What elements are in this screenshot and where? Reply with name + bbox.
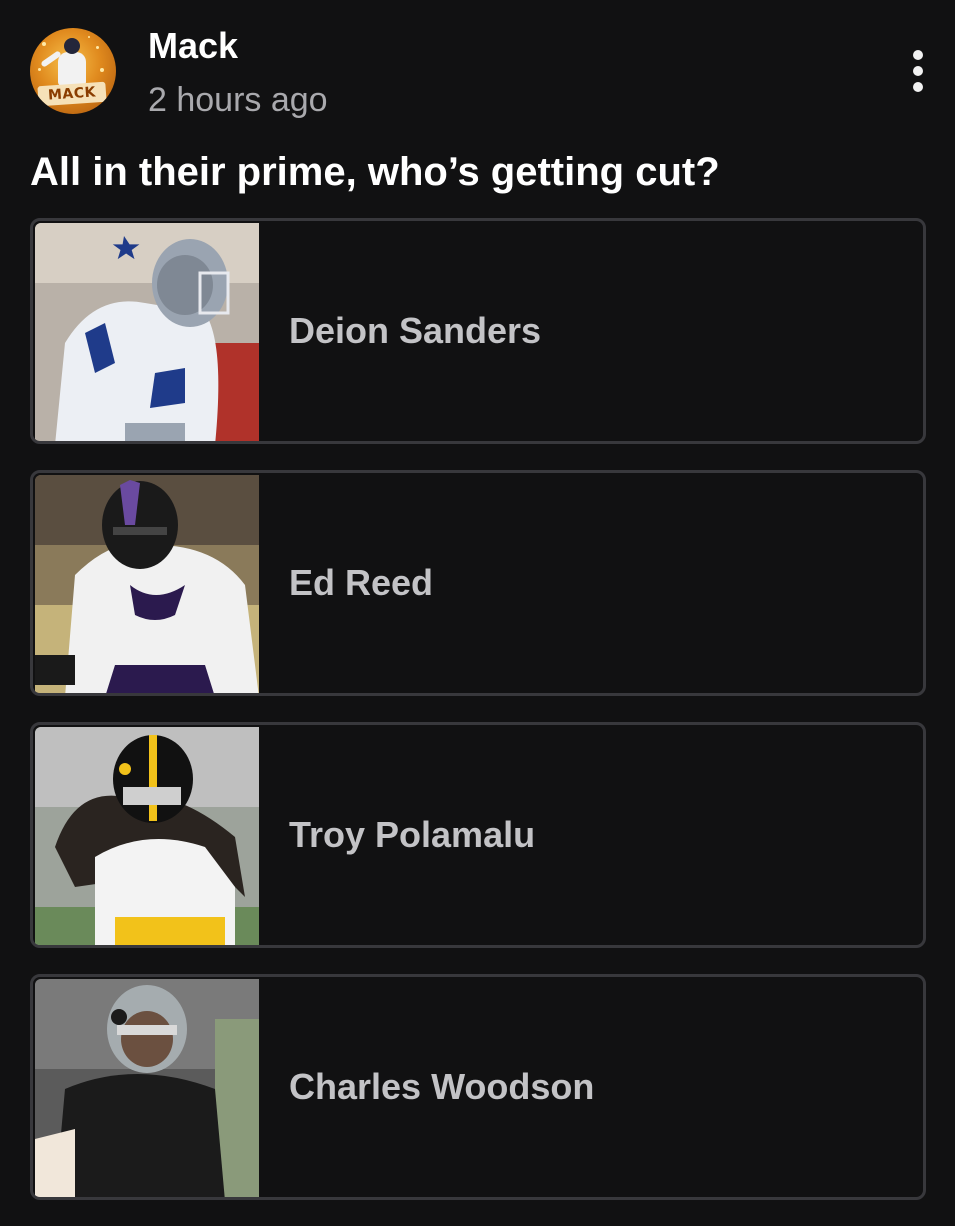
player-photo: [35, 223, 259, 441]
avatar[interactable]: MACK: [30, 28, 116, 114]
avatar-tag: MACK: [37, 81, 107, 107]
option-label: Charles Woodson: [289, 1066, 595, 1107]
poll-option-deion-sanders[interactable]: Deion Sanders: [30, 218, 926, 444]
player-photo: [35, 475, 259, 693]
author-name[interactable]: Mack: [148, 26, 238, 66]
poll-options: Deion Sanders Ed Reed Troy Polamalu Char…: [30, 218, 926, 1226]
more-vertical-icon[interactable]: [911, 50, 925, 94]
option-label: Deion Sanders: [289, 310, 542, 351]
option-label: Ed Reed: [289, 562, 434, 603]
player-photo: [35, 727, 259, 945]
poll-question: All in their prime, who’s getting cut?: [30, 150, 720, 194]
player-photo: [35, 979, 259, 1197]
post-timestamp: 2 hours ago: [148, 81, 328, 119]
option-label: Troy Polamalu: [289, 814, 536, 855]
poll-option-charles-woodson[interactable]: Charles Woodson: [30, 974, 926, 1200]
post-header: MACK Mack 2 hours ago: [30, 26, 925, 119]
poll-option-ed-reed[interactable]: Ed Reed: [30, 470, 926, 696]
poll-option-troy-polamalu[interactable]: Troy Polamalu: [30, 722, 926, 948]
